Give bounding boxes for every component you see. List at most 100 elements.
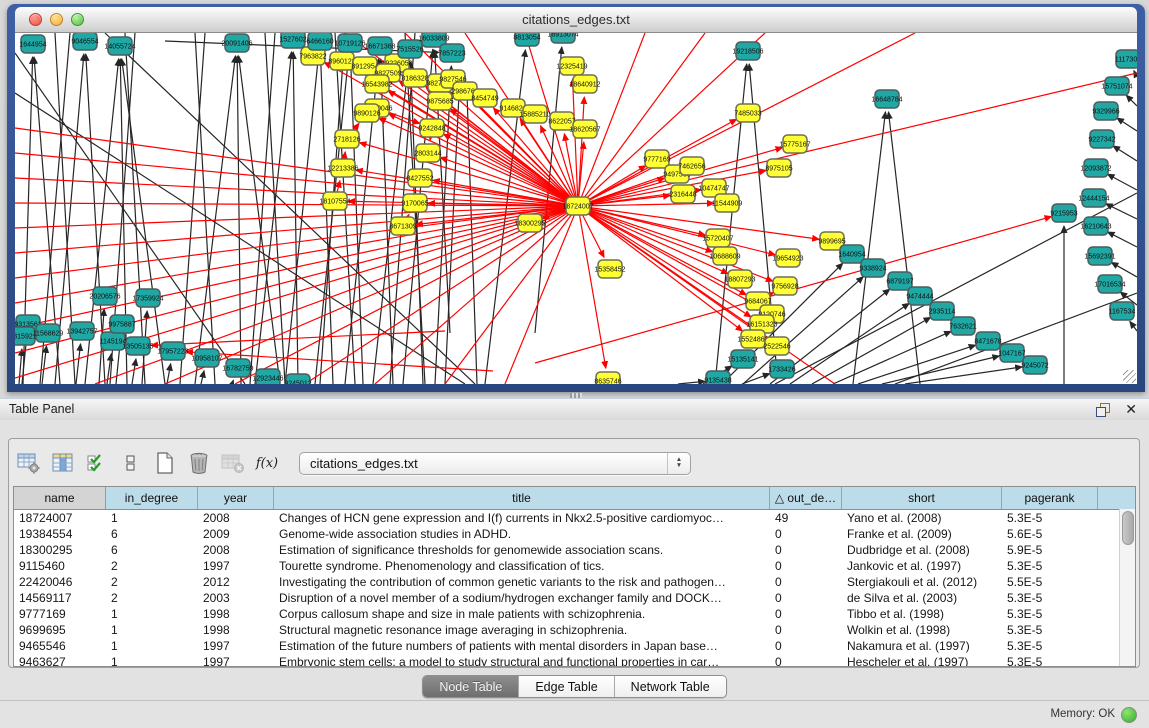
- graph-node[interactable]: 17359924: [132, 289, 163, 307]
- graph-node[interactable]: 9046554: [71, 33, 98, 50]
- scrollbar-thumb[interactable]: [1122, 511, 1134, 545]
- graph-node[interactable]: 18620567: [569, 120, 600, 138]
- table-select-dropdown[interactable]: citations_edges.txt ▲▼: [299, 452, 691, 475]
- graph-node[interactable]: 8454749: [471, 89, 498, 107]
- graph-node[interactable]: 1644954: [19, 35, 46, 53]
- graph-node[interactable]: 8975105: [765, 159, 792, 177]
- checklist-icon[interactable]: [83, 448, 111, 478]
- table-row[interactable]: 946554611997Estimation of the future num…: [14, 638, 1135, 654]
- table-settings-icon[interactable]: [15, 448, 43, 478]
- graph-node[interactable]: 18640912: [569, 75, 600, 93]
- graph-node[interactable]: 18807293: [724, 270, 755, 288]
- close-panel-icon[interactable]: ✕: [1125, 401, 1137, 417]
- graph-node[interactable]: 15720407: [702, 229, 733, 247]
- network-canvas[interactable]: 7963822896012889129541922605898275091654…: [15, 33, 1137, 384]
- graph-node[interactable]: 16782759: [222, 359, 253, 377]
- table-row[interactable]: 1872400712008Changes of HCN gene express…: [14, 510, 1135, 526]
- graph-node[interactable]: 1117306: [1115, 50, 1137, 68]
- graph-node[interactable]: 8186328: [401, 69, 428, 87]
- graph-node[interactable]: 2522546: [763, 337, 790, 355]
- graph-node[interactable]: 16543982: [361, 75, 392, 93]
- table-row[interactable]: 969969511998Structural magnetic resonanc…: [14, 622, 1135, 638]
- function-builder-icon[interactable]: f(x): [253, 448, 281, 478]
- graph-node[interactable]: 19218506: [732, 42, 763, 60]
- graph-node[interactable]: 17957223: [157, 342, 188, 360]
- graph-node[interactable]: 6466160: [306, 33, 333, 50]
- graph-node[interactable]: 1733426: [768, 360, 795, 378]
- graph-node[interactable]: 10719126: [334, 34, 365, 52]
- graph-node[interactable]: 8471678: [974, 332, 1001, 350]
- graph-node[interactable]: 9890126: [353, 104, 380, 122]
- graph-node[interactable]: 20206576: [89, 287, 120, 305]
- graph-node[interactable]: 8813054: [513, 33, 540, 46]
- graph-node[interactable]: 15692391: [1084, 247, 1115, 265]
- graph-node[interactable]: 7462656: [678, 157, 705, 175]
- graph-node[interactable]: 10688609: [709, 247, 740, 265]
- graph-node[interactable]: 2803144: [414, 144, 441, 162]
- graph-node[interactable]: 16210643: [1080, 217, 1111, 235]
- graph-node[interactable]: 11568629: [33, 324, 64, 342]
- graph-node[interactable]: 16648784: [871, 90, 902, 108]
- table-row[interactable]: 2242004622012Investigating the contribut…: [14, 574, 1135, 590]
- graph-node[interactable]: 12325419: [556, 57, 587, 75]
- tab-edge-table[interactable]: Edge Table: [519, 676, 614, 697]
- graph-node[interactable]: 7857223: [438, 44, 465, 62]
- graph-node[interactable]: 9474444: [906, 287, 933, 305]
- graph-node[interactable]: 12444154: [1078, 189, 1109, 207]
- graph-node[interactable]: 2935114: [929, 302, 956, 320]
- graph-node[interactable]: 18107554: [319, 192, 350, 210]
- graph-node[interactable]: 15751074: [1101, 77, 1132, 95]
- network-window-titlebar[interactable]: citations_edges.txt: [15, 7, 1137, 33]
- table-row[interactable]: 977716911998Corpus callosum shape and si…: [14, 606, 1135, 622]
- column-header-4[interactable]: △ out_de…: [770, 487, 842, 509]
- graph-node[interactable]: 13505135: [122, 337, 153, 355]
- table-row[interactable]: 1456911722003Disruption of a novel membe…: [14, 590, 1135, 606]
- graph-node[interactable]: 18724007: [562, 197, 593, 215]
- graph-node[interactable]: 8427552: [406, 169, 433, 187]
- graph-node[interactable]: 9245012: [284, 374, 311, 384]
- graph-node[interactable]: 2718126: [333, 130, 360, 148]
- graph-node[interactable]: 9329966: [1092, 102, 1119, 120]
- column-header-3[interactable]: title: [274, 487, 770, 509]
- graph-node[interactable]: 9875685: [426, 92, 453, 110]
- graph-node[interactable]: 9242848: [418, 119, 445, 137]
- graph-node[interactable]: 18913074: [547, 33, 578, 43]
- tab-node-table[interactable]: Node Table: [423, 676, 519, 697]
- table-row[interactable]: 946362711997Embryonic stem cells: a mode…: [14, 654, 1135, 667]
- graph-node[interactable]: 14055724: [104, 37, 135, 55]
- graph-node[interactable]: 13942757: [66, 322, 97, 340]
- graph-node[interactable]: 12213386: [327, 159, 358, 177]
- column-header-1[interactable]: in_degree: [106, 487, 198, 509]
- graph-node[interactable]: 8635746: [594, 372, 621, 384]
- column-header-2[interactable]: year: [198, 487, 274, 509]
- new-file-icon[interactable]: [151, 448, 179, 478]
- graph-node[interactable]: 15358452: [594, 260, 625, 278]
- graph-node[interactable]: 8671309: [389, 217, 416, 235]
- memory-status-indicator[interactable]: [1121, 707, 1137, 723]
- tab-network-table[interactable]: Network Table: [615, 676, 726, 697]
- graph-node[interactable]: 1167534: [1109, 302, 1136, 320]
- rows-icon[interactable]: [117, 448, 145, 478]
- table-row[interactable]: 1830029562008Estimation of significance …: [14, 542, 1135, 558]
- table-column-select-icon[interactable]: [49, 448, 77, 478]
- graph-node[interactable]: 15135141: [727, 350, 758, 368]
- column-header-6[interactable]: pagerank: [1002, 487, 1098, 509]
- graph-node[interactable]: 9170065: [401, 194, 428, 212]
- trash-icon[interactable]: [185, 448, 213, 478]
- graph-node[interactable]: 16671368: [364, 37, 395, 55]
- graph-node[interactable]: 2316448: [669, 185, 696, 203]
- graph-node[interactable]: 12093872: [1080, 159, 1111, 177]
- graph-node[interactable]: 9975887: [108, 315, 135, 333]
- graph-node[interactable]: 7632621: [949, 317, 976, 335]
- graph-node[interactable]: 18300295: [514, 214, 545, 232]
- graph-node[interactable]: 11544909: [712, 194, 743, 212]
- graph-node[interactable]: 9215953: [1050, 204, 1077, 222]
- graph-node[interactable]: 7515526: [396, 40, 423, 58]
- graph-node[interactable]: 15885210: [519, 105, 550, 123]
- column-header-5[interactable]: short: [842, 487, 1002, 509]
- column-header-0[interactable]: name: [14, 487, 106, 509]
- graph-node[interactable]: 15775167: [779, 135, 810, 153]
- graph-node[interactable]: 17016534: [1094, 275, 1125, 293]
- graph-node[interactable]: 20091406: [221, 34, 252, 52]
- graph-node[interactable]: 1527602: [279, 33, 306, 48]
